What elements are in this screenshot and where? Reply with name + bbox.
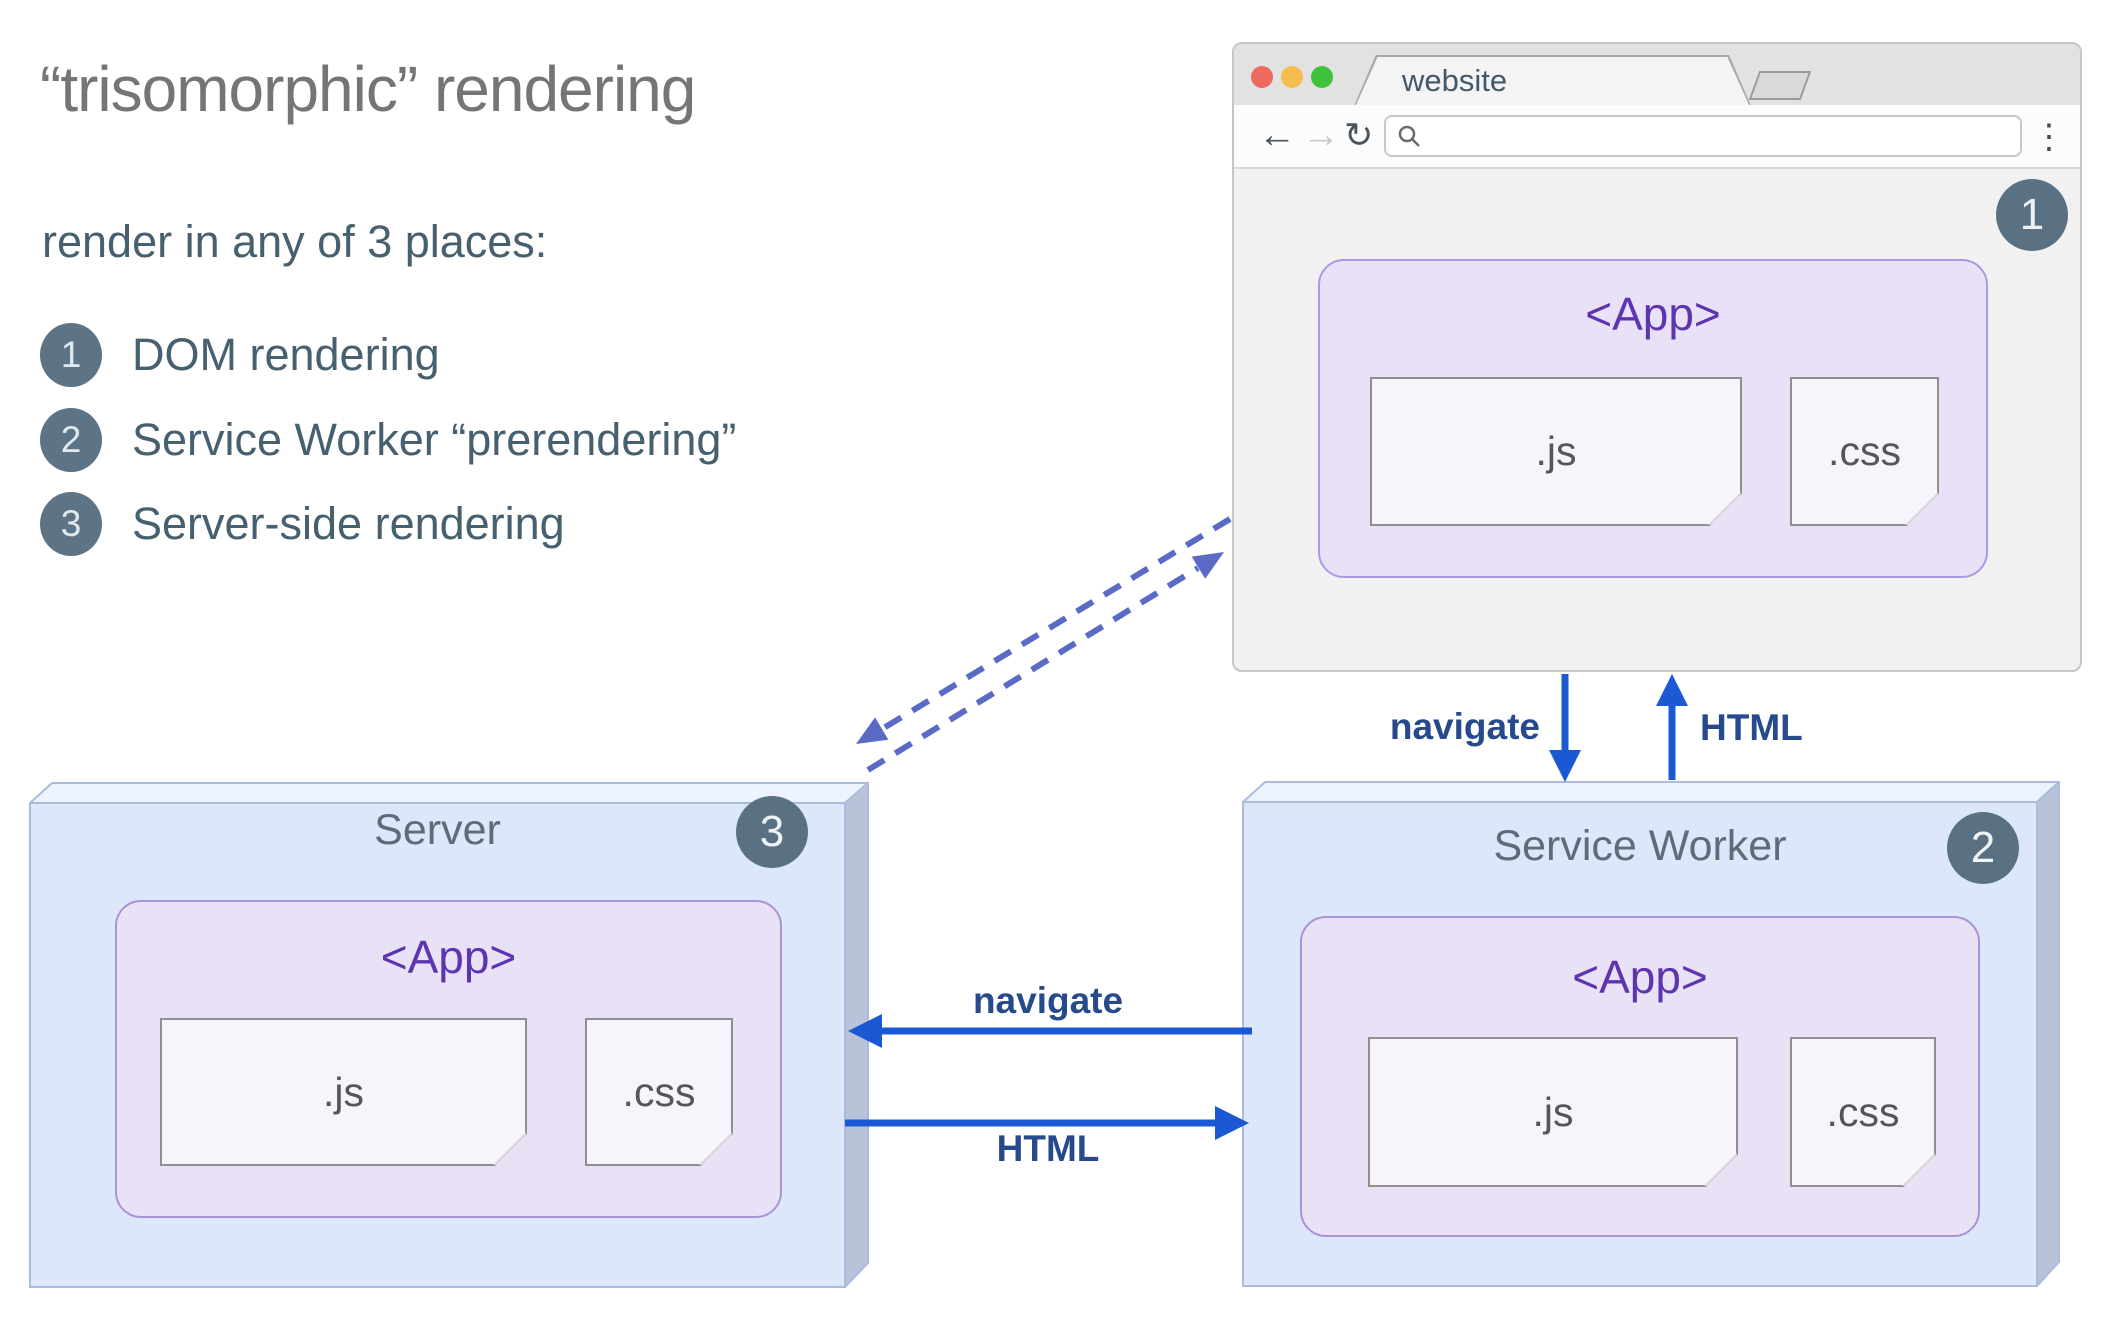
list-item-label: DOM rendering (132, 329, 440, 380)
app-label: <App> (1572, 951, 1708, 1003)
server-app-box: <App> .js .css (115, 900, 782, 1218)
page-fold-icon (1902, 1153, 1935, 1186)
search-icon (1398, 125, 1420, 147)
step-badge-3: 3 (736, 796, 808, 868)
dashed-arrow-browser-to-server (856, 516, 1232, 744)
browser-menu-icon[interactable]: ⋮ (2032, 117, 2066, 157)
page-fold-icon (1704, 1153, 1737, 1186)
server-title: Server (374, 806, 501, 854)
list-item-service-worker-prerendering: 2 Service Worker “prerendering” (40, 408, 736, 472)
trisomorphic-rendering-diagram: “trisomorphic” rendering render in any o… (0, 0, 2108, 1328)
js-file-label: .js (323, 1068, 364, 1115)
js-file-label: .js (1532, 1088, 1574, 1135)
browser-tab-bar: website (1234, 44, 2080, 106)
dashed-arrow-server-to-browser (866, 552, 1224, 773)
css-file-label: .css (1826, 1088, 1900, 1135)
navigate-label-vertical: navigate (1389, 706, 1540, 747)
close-window-button[interactable] (1251, 66, 1273, 88)
navigate-arrow-down (1549, 674, 1581, 782)
app-label: <App> (380, 931, 517, 983)
page-fold-icon (699, 1132, 732, 1165)
page-fold-icon (1905, 492, 1938, 525)
service-worker-app-box: <App> .js .css (1300, 916, 1980, 1237)
html-label-horizontal: HTML (996, 1128, 1100, 1169)
page-fold-icon (1708, 492, 1741, 525)
page-subtitle: render in any of 3 places: (42, 216, 548, 267)
step-badge-1: 1 (1996, 179, 2068, 251)
list-item-dom-rendering: 1 DOM rendering (40, 323, 440, 387)
html-label-vertical: HTML (1700, 707, 1803, 748)
forward-icon[interactable]: → (1302, 113, 1340, 157)
page-title: “trisomorphic” rendering (40, 53, 696, 125)
list-item-label: Service Worker “prerendering” (132, 414, 737, 465)
minimize-window-button[interactable] (1281, 66, 1303, 88)
list-number-badge: 1 (40, 323, 102, 387)
page-fold-icon (493, 1132, 526, 1165)
navigate-label-horizontal: navigate (972, 980, 1124, 1021)
js-file: .js (1370, 377, 1742, 526)
service-worker-title: Service Worker (1493, 822, 1787, 870)
list-number-badge: 2 (40, 408, 102, 472)
reload-icon[interactable]: ↻ (1344, 114, 1373, 158)
css-file-label: .css (622, 1068, 696, 1115)
new-tab-button[interactable] (1748, 71, 1812, 100)
browser-toolbar: ← → ↻ ⋮ (1234, 105, 2080, 169)
css-file-label: .css (1828, 428, 1901, 474)
css-file: .css (1790, 377, 1939, 526)
step-badge-2: 2 (1947, 812, 2019, 884)
tab-website[interactable]: website (1356, 57, 1749, 105)
browser-app-box: <App> .js .css (1318, 259, 1988, 578)
back-icon[interactable]: ← (1258, 113, 1296, 157)
html-arrow-up (1656, 674, 1688, 780)
app-label: <App> (1585, 288, 1721, 340)
maximize-window-button[interactable] (1311, 66, 1333, 88)
css-file: .css (1790, 1037, 1936, 1187)
list-number-badge: 3 (40, 492, 102, 556)
css-file: .css (585, 1018, 733, 1166)
address-bar[interactable] (1384, 115, 2022, 157)
tab-title: website (1402, 63, 1508, 98)
js-file-label: .js (1535, 428, 1577, 474)
js-file: .js (160, 1018, 527, 1166)
list-item-label: Server-side rendering (132, 498, 565, 549)
js-file: .js (1368, 1037, 1738, 1187)
list-item-server-side-rendering: 3 Server-side rendering (40, 492, 565, 556)
